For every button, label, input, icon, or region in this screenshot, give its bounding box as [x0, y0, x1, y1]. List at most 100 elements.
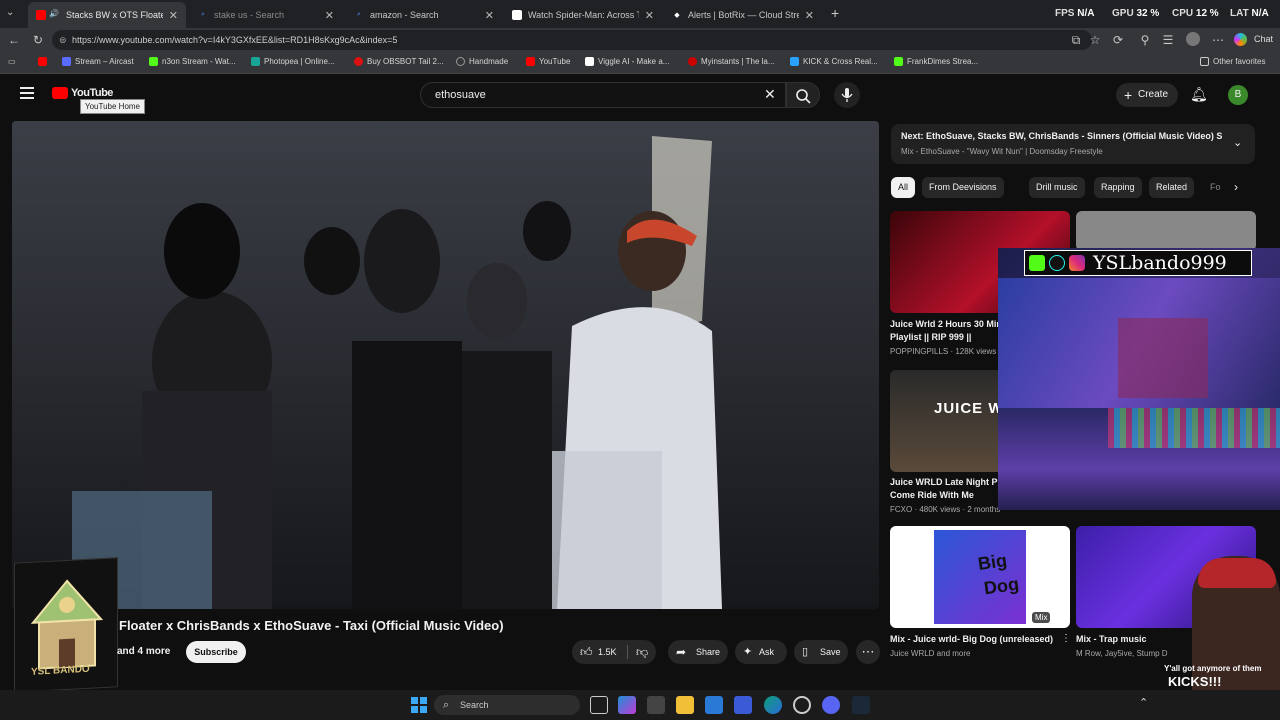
chips-next-chevron-icon[interactable]: ›	[1234, 180, 1238, 194]
settings-gear-icon[interactable]	[793, 696, 811, 714]
tab-amazon-search[interactable]: ⌕ amazon - Search ✕	[346, 2, 502, 28]
create-button[interactable]: + Create	[1116, 83, 1178, 107]
clear-search-icon[interactable]: ✕	[764, 86, 776, 103]
microphone-icon	[841, 88, 853, 102]
youtube-logo-text[interactable]: YouTube	[71, 87, 113, 99]
rec-title[interactable]: Mix - Trap music	[1076, 633, 1147, 646]
steam-icon[interactable]	[852, 696, 870, 714]
app-icon[interactable]	[734, 696, 752, 714]
file-explorer-icon[interactable]	[676, 696, 694, 714]
bookmark-favicon-icon	[688, 57, 697, 66]
copilot-icon[interactable]	[1234, 33, 1247, 46]
bookmark-item[interactable]: KICK & Cross Real...	[790, 57, 878, 66]
close-tab-icon[interactable]: ✕	[169, 9, 178, 22]
bookmark-item[interactable]: YouTube	[526, 57, 570, 66]
edge-browser-icon[interactable]	[764, 696, 782, 714]
tab-list-chevron-icon[interactable]: ⌄	[6, 7, 14, 18]
bookmark-favicon-icon	[354, 57, 363, 66]
url-field[interactable]: ⊜ https://www.youtube.com/watch?v=I4kY3G…	[52, 30, 1092, 50]
store-icon[interactable]	[647, 696, 665, 714]
rec-title[interactable]: Juice Wrld 2 Hours 30 Min Playlist || RIP…	[890, 318, 1002, 344]
chip-from-deevisions[interactable]: From Deevisions	[922, 177, 1004, 198]
up-next-subtitle: Mix - EthoSuave - "Wavy Wit Nun" | Dooms…	[901, 147, 1103, 156]
youtube-favicon-icon	[36, 10, 46, 20]
close-tab-icon[interactable]: ✕	[485, 9, 494, 22]
like-thumb-icon[interactable]: 👍︎	[580, 640, 593, 664]
rec-thumbnail[interactable]	[1076, 211, 1256, 251]
close-tab-icon[interactable]: ✕	[645, 9, 654, 22]
ask-button[interactable]: ✦ Ask	[735, 640, 787, 664]
chat-label[interactable]: Chat	[1254, 34, 1273, 44]
tab-spiderman[interactable]: Watch Spider-Man: Across The Sp ✕	[504, 2, 662, 28]
chip-rapping[interactable]: Rapping	[1094, 177, 1142, 198]
avatar[interactable]: B	[1228, 85, 1248, 105]
bookmark-item[interactable]: n3on Stream - Wat...	[149, 57, 236, 66]
bookmark-item[interactable]: Stream – Aircast	[62, 57, 134, 66]
voice-search-button[interactable]	[834, 82, 860, 108]
bookmark-item[interactable]: Handmade	[456, 57, 508, 66]
rec-title[interactable]: Mix - Juice wrld- Big Dog (unreleased)	[890, 633, 1053, 646]
bookmark-favicon-icon	[251, 57, 260, 66]
other-favorites[interactable]: Other favorites	[1200, 57, 1265, 66]
search-button[interactable]	[786, 82, 820, 108]
chip-drill-music[interactable]: Drill music	[1029, 177, 1085, 198]
rec-title[interactable]: Juice WRLD Late Night Pl Come Ride With M…	[890, 476, 1000, 502]
tab-stake-search[interactable]: ⌕ stake us - Search ✕	[190, 2, 342, 28]
back-arrow-icon[interactable]: ←	[6, 32, 22, 48]
task-view-icon[interactable]	[590, 696, 608, 714]
search-favicon-icon: ⌕	[357, 11, 361, 18]
audio-playing-icon[interactable]: 🔊	[49, 9, 59, 18]
up-next-panel[interactable]: Next: EthoSuave, Stacks BW, ChrisBands -…	[891, 124, 1255, 164]
sparkle-icon: ✦	[743, 646, 753, 658]
save-button[interactable]: ▯ Save	[794, 640, 848, 664]
youtube-bookmark-icon[interactable]	[38, 57, 51, 66]
new-tab-plus-icon[interactable]: +	[831, 5, 839, 21]
chip-all[interactable]: All	[891, 177, 916, 198]
site-info-icon[interactable]: ⊜	[59, 30, 67, 50]
copilot-taskbar-icon[interactable]	[618, 696, 636, 714]
chip-fo[interactable]: Fo	[1203, 177, 1228, 198]
video-player[interactable]	[12, 121, 879, 609]
hamburger-menu-icon[interactable]	[20, 87, 34, 99]
windows-start-icon[interactable]	[411, 697, 427, 713]
photos-icon[interactable]	[705, 696, 723, 714]
close-tab-icon[interactable]: ✕	[805, 9, 814, 22]
bookmark-item[interactable]: FrankDimes Strea...	[894, 57, 978, 66]
profile-avatar[interactable]	[1186, 32, 1200, 46]
refresh-icon[interactable]: ↻	[30, 32, 46, 48]
refresh-extension-icon[interactable]: ⟳	[1110, 32, 1126, 48]
taskbar-search[interactable]: ⌕ Search	[434, 695, 580, 715]
dislike-thumb-icon[interactable]: 👎︎	[636, 640, 648, 664]
rec-thumbnail[interactable]: Big Dog Mix	[890, 526, 1070, 628]
kick-favicon-icon	[894, 57, 903, 66]
open-in-app-icon[interactable]: ⧉	[1068, 32, 1084, 48]
youtube-logo-icon[interactable]	[52, 87, 68, 99]
channel-and-more[interactable]: and 4 more	[117, 646, 170, 657]
tray-chevron-up-icon[interactable]: ⌃	[1139, 696, 1148, 709]
subscribe-button[interactable]: Subscribe	[186, 641, 246, 663]
video-frame-scene	[12, 121, 879, 609]
extensions-icon[interactable]: ⚲	[1137, 32, 1153, 48]
search-icon: ⌕	[443, 699, 450, 711]
search-input[interactable]: ethosuave	[420, 82, 786, 108]
discord-icon[interactable]	[822, 696, 840, 714]
collections-icon[interactable]: ☰	[1160, 32, 1176, 48]
tab-botrix-alerts[interactable]: ◆ Alerts | BotRix — Cloud Streaming ✕	[664, 2, 822, 28]
share-button[interactable]: ➦ Share	[668, 640, 728, 664]
favorite-star-icon[interactable]: ☆	[1087, 32, 1103, 48]
notifications-bell-icon[interactable]: 🔔︎	[1190, 86, 1208, 103]
tab-youtube-video[interactable]: 🔊 Stacks BW x OTS Floater x Ch ✕	[28, 2, 186, 28]
more-menu-icon[interactable]: ⋯	[1210, 32, 1226, 48]
rec-more-icon[interactable]: ⋮	[1061, 633, 1071, 644]
chip-related[interactable]: Related	[1149, 177, 1195, 198]
like-count[interactable]: 1.5K	[598, 640, 617, 664]
close-tab-icon[interactable]: ✕	[325, 9, 334, 22]
more-actions-icon[interactable]: ⋯	[856, 640, 880, 664]
reading-list-icon[interactable]: ▭	[8, 57, 16, 66]
bookmark-item[interactable]: Photopea | Online...	[251, 57, 335, 66]
bookmark-item[interactable]: Viggle AI - Make a...	[585, 57, 669, 66]
chevron-down-icon[interactable]: ⌄	[1233, 136, 1242, 149]
bookmark-item[interactable]: Buy OBSBOT Tail 2...	[354, 57, 444, 66]
bookmark-item[interactable]: Myinstants | The la...	[688, 57, 775, 66]
rgb-keyboard	[1108, 408, 1280, 448]
